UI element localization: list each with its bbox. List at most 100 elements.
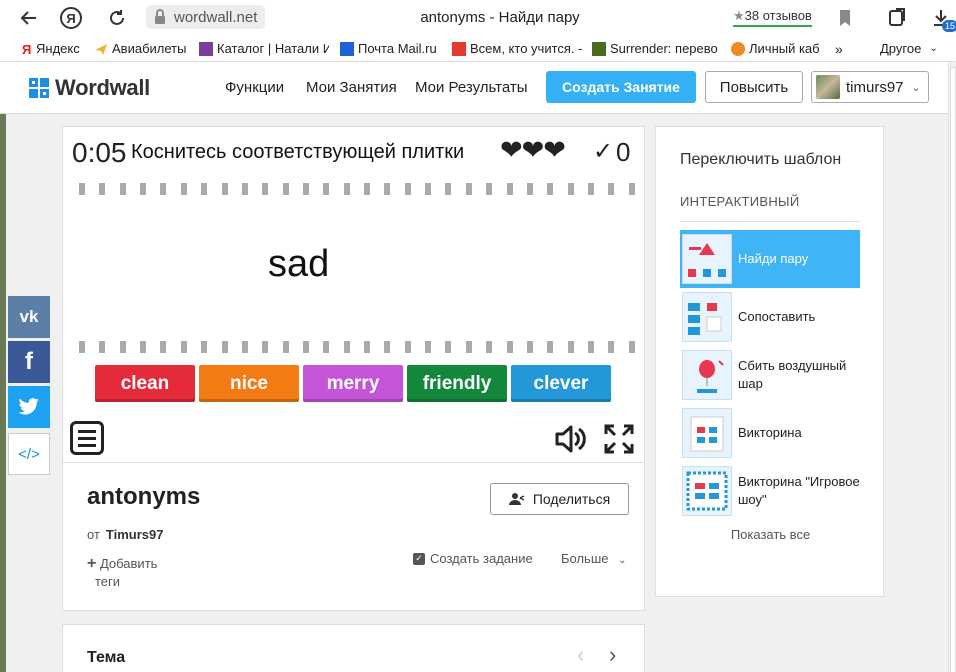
template-find-match[interactable]: Найди пару — [680, 230, 860, 288]
answer-tile[interactable]: clever — [511, 365, 611, 402]
sound-icon[interactable] — [554, 424, 586, 454]
scroll-thumb[interactable] — [950, 67, 956, 672]
author-line: от Timurs97 — [87, 527, 163, 542]
template-label: Викторина "Игровое шоу" — [738, 474, 860, 507]
template-quiz[interactable]: Викторина — [680, 404, 860, 462]
embed-button[interactable]: </> — [8, 433, 50, 475]
surrender-favicon-icon — [592, 41, 606, 56]
switch-template-panel: Переключить шаблон ИНТЕРАКТИВНЫЙ Найди п… — [655, 126, 884, 597]
wordwall-logo[interactable]: Wordwall — [29, 75, 150, 101]
template-label: Викторина — [738, 425, 802, 440]
match-up-thumbnail-icon — [682, 292, 732, 342]
bookmark-item[interactable]: Всем, кто учится. - — [452, 41, 582, 56]
catalog-favicon-icon — [199, 41, 213, 56]
template-label: Найди пару — [738, 251, 809, 266]
school-favicon-icon — [452, 41, 466, 56]
create-task-button[interactable]: ✓ Создать задание — [413, 551, 533, 566]
collections-icon[interactable] — [886, 7, 908, 29]
answer-tile[interactable]: nice — [199, 365, 299, 402]
find-match-thumbnail-icon — [682, 234, 732, 284]
chevron-left-icon[interactable]: ‹ — [577, 642, 584, 668]
vk-share-button[interactable]: vk — [8, 296, 50, 338]
add-tags-button[interactable]: + Добавить теги — [87, 555, 185, 591]
add-tags-label: Добавить теги — [95, 556, 158, 589]
answer-tile[interactable]: friendly — [407, 365, 507, 402]
show-all-link[interactable]: Показать все — [656, 527, 885, 542]
browser-toolbar: Я wordwall.net antonyms - Найди пару ★38… — [0, 0, 956, 36]
score: 0 — [616, 137, 631, 167]
chevron-double-icon[interactable]: » — [835, 41, 843, 57]
tab-title: antonyms - Найди пару — [420, 9, 580, 26]
answer-tile[interactable]: merry — [303, 365, 403, 402]
bookmark-item[interactable]: Я Яндекс — [22, 41, 86, 56]
more-dropdown[interactable]: Больше ⌄ — [561, 551, 627, 566]
logo-icon — [29, 78, 49, 98]
avatar — [816, 75, 840, 99]
username: timurs97 — [846, 78, 904, 96]
scrollbar[interactable] — [948, 62, 956, 672]
user-menu-button[interactable]: timurs97 ⌄ — [811, 71, 929, 103]
share-label: Поделиться — [532, 491, 611, 507]
check-icon: ✓ — [593, 138, 614, 165]
template-label: Сопоставить — [738, 309, 816, 324]
answer-tiles: clean nice merry friendly clever — [95, 365, 611, 402]
activity-card: 0:05 Коснитесь соответствующей плитки ❤❤… — [62, 126, 645, 611]
bookmark-icon[interactable] — [834, 7, 856, 29]
bookmarks-bar: Я Яндекс Авиабилеты Каталог | Натали И По… — [0, 36, 956, 62]
vk-icon: vk — [19, 307, 39, 326]
game-menu-button[interactable] — [70, 421, 104, 455]
fullscreen-icon[interactable] — [603, 423, 635, 455]
chevron-down-icon: ⌄ — [618, 555, 627, 566]
theme-card: Тема ‹ › — [62, 624, 645, 672]
game-area[interactable]: 0:05 Коснитесь соответствующей плитки ❤❤… — [63, 127, 644, 463]
timer: 0:05 — [72, 137, 127, 168]
balloon-thumbnail-icon — [682, 350, 732, 400]
mail-icon — [340, 41, 354, 56]
share-button[interactable]: Поделиться — [490, 483, 629, 515]
reviews-text: 38 отзывов — [744, 8, 812, 23]
create-task-label: Создать задание — [430, 551, 533, 566]
star-icon: ★ — [733, 8, 745, 23]
nav-my-activities[interactable]: Мои Занятия — [306, 79, 397, 96]
bookmark-item[interactable]: Авиабилеты — [94, 41, 194, 56]
template-game-show-quiz[interactable]: Викторина "Игровое шоу" — [680, 462, 860, 520]
theme-title: Тема — [87, 649, 126, 666]
quiz-thumbnail-icon — [682, 408, 732, 458]
desktop-background — [0, 114, 6, 672]
answer-tile[interactable]: clean — [95, 365, 195, 402]
nav-my-results[interactable]: Мои Результаты — [415, 79, 528, 96]
tape-bottom — [79, 341, 635, 353]
bookmark-item[interactable]: Почта Mail.ru — [340, 41, 444, 56]
template-balloon-pop[interactable]: Сбить воздушный шар — [680, 346, 860, 404]
bookmark-item[interactable]: Личный каб — [731, 41, 825, 56]
twitter-share-button[interactable] — [8, 386, 50, 428]
create-activity-button[interactable]: Создать Занятие — [546, 71, 696, 103]
divider — [680, 221, 860, 222]
user-icon — [508, 493, 525, 505]
chevron-down-icon: ⌄ — [929, 43, 938, 54]
plane-icon — [94, 42, 108, 56]
reviews-link[interactable]: ★38 отзывов — [733, 8, 812, 27]
more-label: Больше — [561, 551, 609, 566]
author-name[interactable]: Timurs97 — [106, 527, 164, 542]
yandex-favicon-icon: Я — [22, 41, 32, 57]
chevron-right-icon[interactable]: › — [609, 642, 616, 668]
upgrade-button[interactable]: Повысить — [705, 71, 803, 103]
logo-text: Wordwall — [55, 75, 150, 100]
switch-template-title: Переключить шаблон — [680, 151, 842, 168]
page: Я wordwall.net antonyms - Найди пару ★38… — [0, 0, 956, 672]
nav-features[interactable]: Функции — [225, 79, 284, 96]
bookmark-item[interactable]: Каталог | Натали И — [199, 41, 329, 56]
site-header: Wordwall Функции Мои Занятия Мои Результ… — [0, 62, 948, 114]
downloads-badge: 15 — [942, 20, 956, 32]
bookmark-item[interactable]: Surrender: перево — [592, 41, 720, 56]
activity-title: antonyms — [87, 483, 201, 510]
facebook-share-button[interactable]: f — [8, 341, 50, 383]
plus-icon: + — [87, 555, 97, 572]
twitter-icon — [18, 398, 39, 415]
lives-hearts-icon: ❤❤❤ — [500, 135, 566, 165]
game-show-thumbnail-icon — [682, 466, 732, 516]
tape-top — [79, 183, 635, 195]
template-match-up[interactable]: Сопоставить — [680, 288, 860, 346]
other-bookmarks[interactable]: Другое ⌄ — [880, 41, 938, 56]
